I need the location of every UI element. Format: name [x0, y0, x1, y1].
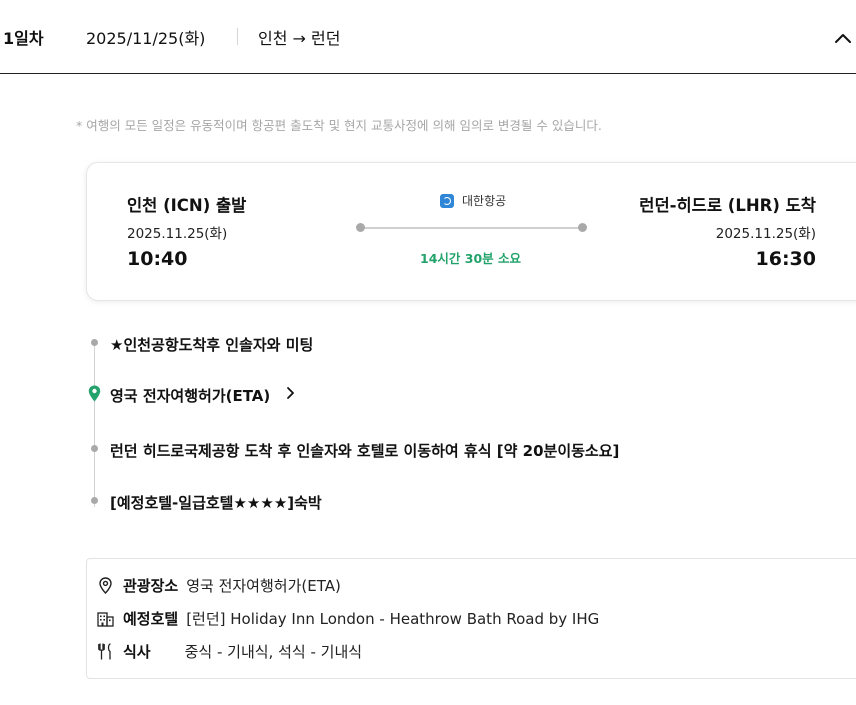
airline: 대한항공	[440, 192, 506, 209]
sightseeing-value: 영국 전자여행허가(ETA)	[186, 576, 341, 595]
day-info-box: 관광장소 영국 전자여행허가(ETA) 예정호텔 [런던] Holiday In…	[86, 558, 856, 679]
timeline-item: 런던 히드로국제공항 도착 후 인솔자와 호텔로 이동하여 휴식 [약 20분이…	[86, 434, 766, 460]
timeline-link-text[interactable]: 영국 전자여행허가(ETA)	[110, 385, 270, 406]
timeline-line	[94, 341, 95, 507]
day-label: 1일차	[3, 29, 44, 48]
timeline-text: ★인천공항도착후 인솔자와 미팅	[110, 336, 314, 354]
schedule-notice: * 여행의 모든 일정은 유동적이며 항공편 출도착 및 현지 교통사정에 의해…	[76, 118, 602, 133]
timeline-item: [예정호텔-일급호텔★★★★]숙박	[86, 486, 766, 512]
fork-knife-icon	[98, 642, 111, 660]
location-pin-icon	[99, 576, 112, 594]
timeline-item-eta[interactable]: 영국 전자여행허가(ETA)	[86, 379, 766, 405]
hotel-value: [런던] Holiday Inn London - Heathrow Bath …	[186, 609, 600, 628]
chevron-up-icon[interactable]	[832, 27, 854, 49]
timeline-dot	[91, 339, 98, 346]
hotel-label: 예정호텔	[123, 609, 179, 628]
route-start-dot	[356, 223, 365, 232]
timeline-text: 런던 히드로국제공항 도착 후 인솔자와 호텔로 이동하여 휴식 [약 20분이…	[110, 442, 620, 460]
timeline-item: ★인천공항도착후 인솔자와 미팅	[86, 328, 766, 354]
meal-row: 식사 중식 - 기내식, 석식 - 기내식	[96, 640, 362, 662]
route-end-dot	[578, 223, 587, 232]
meal-label: 식사	[123, 642, 151, 661]
departure-city: 인천 (ICN) 출발	[127, 196, 247, 215]
flight-card: 인천 (ICN) 출발 2025.11.25(화) 10:40 대한항공 14시…	[86, 162, 856, 301]
timeline-dot	[91, 497, 98, 504]
sightseeing-row: 관광장소 영국 전자여행허가(ETA)	[96, 574, 341, 596]
departure-time: 10:40	[127, 248, 188, 270]
location-pin-icon	[88, 385, 101, 402]
chevron-right-icon[interactable]	[283, 386, 297, 400]
sightseeing-label: 관광장소	[123, 576, 179, 595]
itinerary-timeline: ★인천공항도착후 인솔자와 미팅 영국 전자여행허가(ETA) 런던 히드로국제…	[86, 324, 786, 524]
departure-date: 2025.11.25(화)	[127, 226, 228, 242]
arrival-date: 2025.11.25(화)	[715, 226, 816, 242]
arrival-city: 런던-히드로 (LHR) 도착	[639, 196, 816, 215]
divider	[237, 28, 238, 45]
hotel-building-icon	[97, 611, 114, 627]
arrival-time: 16:30	[755, 248, 816, 270]
meal-value: 중식 - 기내식, 석식 - 기내식	[184, 642, 363, 661]
flight-duration: 14시간 30분 소요	[420, 251, 521, 266]
day-header[interactable]: 1일차 2025/11/25(화) 인천 → 런던	[0, 0, 856, 74]
airline-logo-icon	[440, 193, 454, 208]
hotel-row: 예정호텔 [런던] Holiday Inn London - Heathrow …	[96, 607, 599, 629]
timeline-text: [예정호텔-일급호텔★★★★]숙박	[110, 494, 322, 512]
airline-name: 대한항공	[462, 194, 507, 208]
flight-route-line	[361, 227, 583, 229]
day-route: 인천 → 런던	[258, 29, 341, 48]
timeline-dot	[91, 445, 98, 452]
day-date: 2025/11/25(화)	[86, 29, 206, 48]
